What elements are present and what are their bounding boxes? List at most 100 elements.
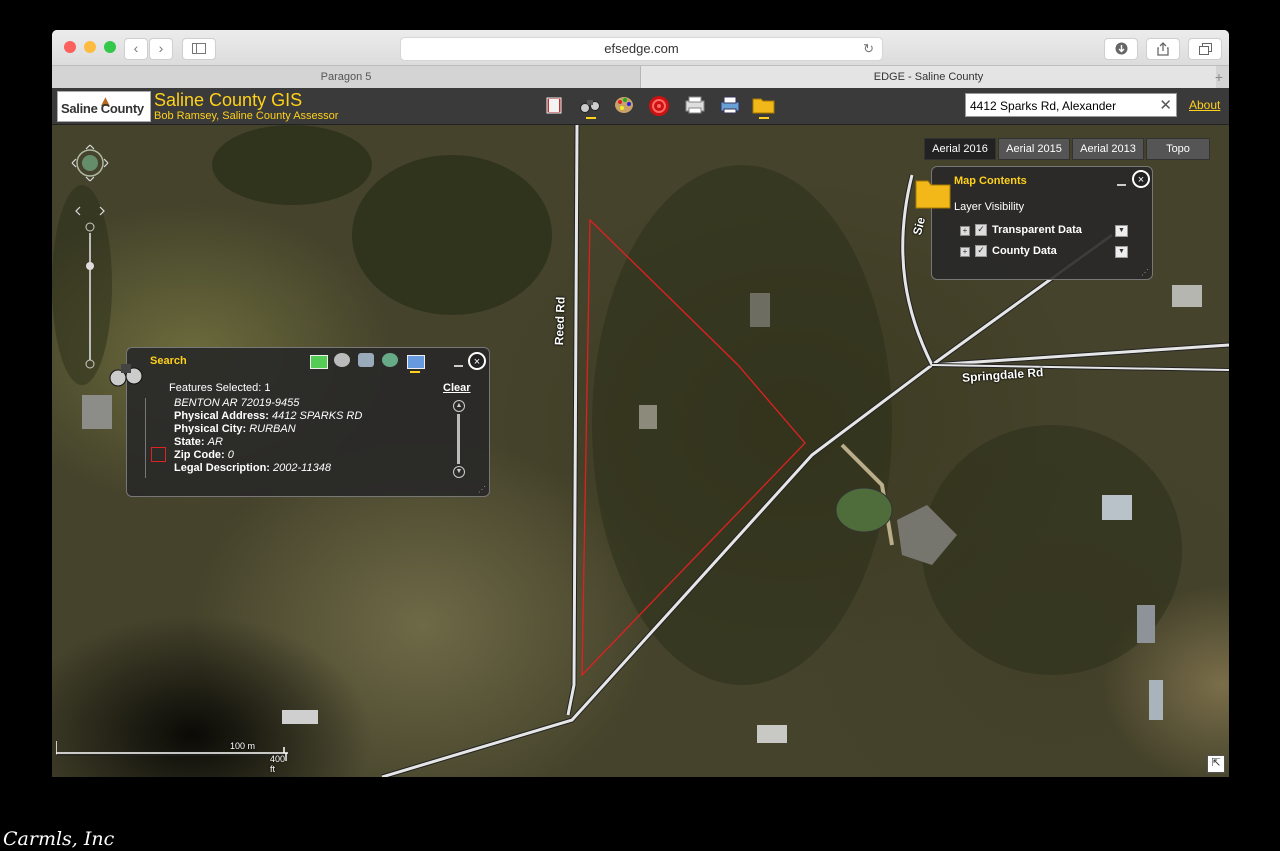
house-roof [1149,680,1163,720]
arrow-up-left-icon: ⇱ [1211,757,1221,769]
folder-icon [915,180,951,209]
target-icon[interactable] [648,95,670,116]
printer-icon[interactable] [684,95,706,115]
new-tab-button[interactable]: + [1209,66,1229,88]
tab-edge-saline[interactable]: EDGE - Saline County [641,66,1216,88]
basemap-aerial-2015[interactable]: Aerial 2015 [998,138,1070,160]
print-icon[interactable] [719,95,741,115]
scroll-down-icon[interactable]: ▼ [453,466,465,478]
result-line-state: State: AR [174,436,223,448]
result-line-address: Physical Address: 4412 SPARKS RD [174,410,363,422]
minimize-panel-button[interactable] [1117,184,1126,186]
folder-active-indicator [759,117,769,119]
clear-results-link[interactable]: Clear [443,382,471,394]
county-data-checkbox[interactable]: ✓ [975,245,987,257]
house-roof [1102,495,1132,520]
maximize-window-button[interactable] [104,41,116,53]
book-icon[interactable] [544,95,566,115]
table-icon[interactable] [310,355,328,369]
features-selected-label: Features Selected: 1 [169,382,271,394]
active-tool-indicator [586,117,596,119]
address-search-input[interactable]: 4412 Sparks Rd, Alexander ✕ [965,93,1177,117]
downloads-button[interactable] [1104,38,1138,60]
app-title: Saline County GIS [154,90,303,110]
resize-handle[interactable]: ⋰ [1141,268,1149,277]
result-line-zip: Zip Code: 0 [174,449,234,461]
binoculars-icon[interactable] [579,95,601,115]
county-data-label: County Data [992,245,1057,257]
grid-results-icon[interactable] [407,355,425,369]
parcel-boundary [581,218,806,677]
close-window-button[interactable] [64,41,76,53]
transparent-data-checkbox[interactable]: ✓ [975,224,987,236]
search-panel: Search × Features Selected: 1 Clear BENT… [109,347,490,497]
back-icon: ‹ [133,40,139,56]
browser-titlebar: ‹ › efsedge.com ↻ [52,30,1229,65]
results-scrollbar[interactable]: ▲ ▼ [453,400,465,480]
close-search-panel-button[interactable]: × [468,352,486,370]
basemap-topo[interactable]: Topo [1146,138,1210,160]
watermark: Carmls, Inc [3,828,115,850]
scale-bar: 100 m 400 ft [56,741,288,774]
house-roof [282,710,318,724]
map-contents-panel: Map Contents × Layer Visibility + ✓ Tran… [915,166,1153,280]
house-roof [639,405,657,429]
globe-search-icon[interactable] [382,353,398,367]
folder-icon[interactable] [752,95,775,115]
logo-text: Saline County [61,101,144,116]
basemap-aerial-2016[interactable]: Aerial 2016 [924,138,996,160]
about-link[interactable]: About [1189,98,1220,112]
expand-county-data-button[interactable]: + [960,247,970,257]
palette-icon[interactable] [613,95,635,115]
back-button[interactable]: ‹ [124,38,148,60]
expand-transparent-data-button[interactable]: + [960,226,970,236]
county-logo: ▲ Saline County [57,91,151,122]
share-icon [1157,42,1169,56]
aerial-map[interactable]: Reed Rd Springdale Rd Sie Aerial 2016 Ae… [52,125,1229,777]
app-subtitle: Bob Ramsey, Saline County Assessor [154,110,339,122]
map-navigation-control[interactable] [60,135,120,385]
sidebar-toggle-button[interactable] [182,38,216,60]
minimize-search-panel-button[interactable] [454,365,463,367]
share-button[interactable] [1146,38,1180,60]
house-roof [82,395,112,429]
binoculars-icon [109,364,143,387]
minimize-window-button[interactable] [84,41,96,53]
tabs-overview-button[interactable] [1188,38,1222,60]
transparent-data-options-button[interactable]: ▼ [1115,225,1128,237]
app-header: ▲ Saline County Saline County GIS Bob Ra… [52,88,1229,125]
tab-paragon[interactable]: Paragon 5 [52,66,641,88]
address-search-value: 4412 Sparks Rd, Alexander [970,99,1117,113]
tab-bar: Paragon 5 EDGE - Saline County + [52,65,1229,89]
result-line-city-physical: Physical City: RURBAN [174,423,296,435]
transparent-data-label: Transparent Data [992,224,1082,236]
search-panel-title: Search [150,355,187,367]
browser-window: ‹ › efsedge.com ↻ Paragon 5 EDGE - Salin… [52,30,1229,777]
forward-icon: › [158,40,164,56]
road-label-reed: Reed Rd [552,296,568,346]
active-search-tool-indicator [410,371,420,373]
map-contents-title: Map Contents [954,175,1027,187]
forward-button[interactable]: › [149,38,173,60]
scroll-up-icon[interactable]: ▲ [453,400,465,412]
download-icon [1115,42,1127,55]
resize-handle[interactable]: ⋰ [478,485,486,494]
house-roof [1172,285,1202,307]
basemap-aerial-2013[interactable]: Aerial 2013 [1072,138,1144,160]
binoculars-search-icon[interactable] [334,353,350,367]
county-data-options-button[interactable]: ▼ [1115,246,1128,258]
house-roof [750,293,770,327]
house-roof [757,725,787,743]
overview-map-toggle-button[interactable]: ⇱ [1207,755,1225,773]
map-search-icon[interactable] [358,353,374,367]
url-text: efsedge.com [604,41,679,56]
scroll-track[interactable] [457,414,460,464]
clear-search-icon[interactable]: ✕ [1159,94,1172,118]
url-bar[interactable]: efsedge.com ↻ [400,37,883,61]
reload-icon[interactable]: ↻ [863,38,874,60]
pan-zoom-icon [71,144,109,369]
scale-metric-label: 100 m [230,741,256,751]
close-map-contents-button[interactable]: × [1132,170,1150,188]
scale-imperial-label: 400 ft [270,754,286,774]
result-color-swatch [151,447,166,462]
